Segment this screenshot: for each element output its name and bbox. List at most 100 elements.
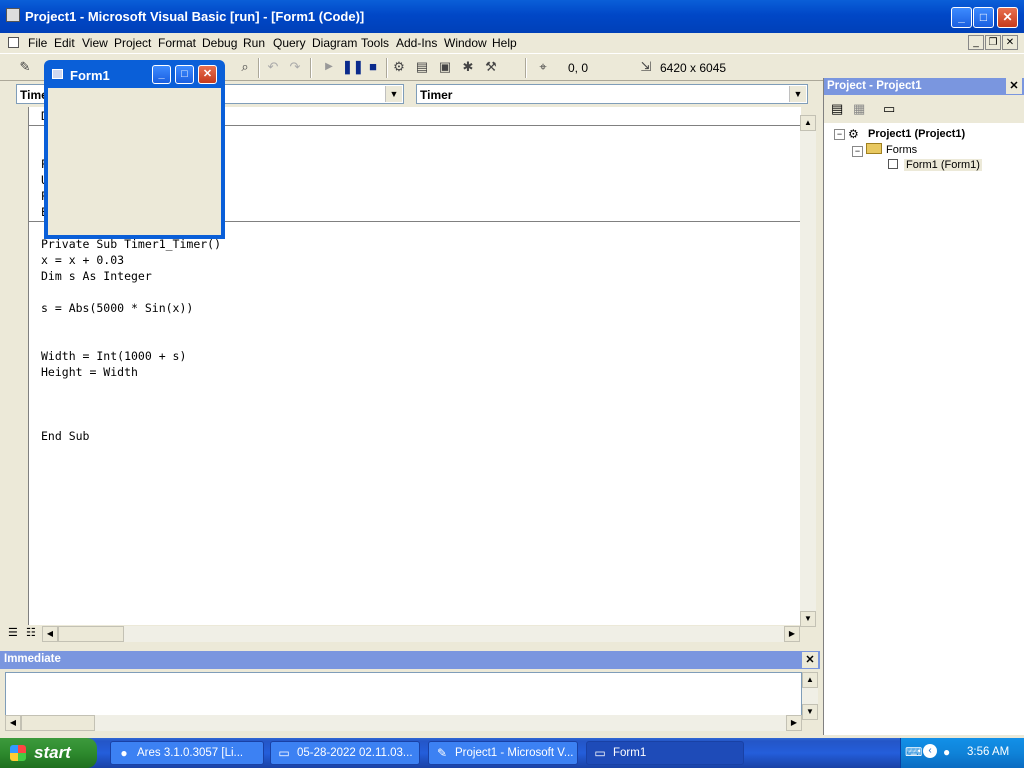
tree-forms-folder[interactable]: Forms <box>886 144 917 156</box>
project-explorer-icon[interactable]: ⚙ <box>390 58 408 76</box>
folder-icon <box>866 143 882 154</box>
form1-minimize-button[interactable]: _ <box>152 65 171 84</box>
clock[interactable]: 3:56 AM <box>967 746 1009 758</box>
form-icon <box>52 69 63 79</box>
close-icon[interactable]: ✕ <box>802 652 818 668</box>
properties-window-icon[interactable]: ▤ <box>413 58 431 76</box>
start-button[interactable]: start <box>0 738 97 768</box>
taskbar-item-document[interactable]: ▭ 05-28-2022 02.11.03... <box>270 741 420 765</box>
network-icon[interactable]: ● <box>943 745 950 759</box>
taskbar-item-ares[interactable]: ● Ares 3.1.0.3057 [Li... <box>110 741 264 765</box>
keyboard-icon[interactable]: ⌨ <box>905 745 922 759</box>
toggle-folders-icon[interactable]: ▭ <box>883 101 895 117</box>
full-module-view-icon[interactable]: ☷ <box>26 626 42 642</box>
view-object-icon[interactable]: ▦ <box>853 101 865 117</box>
break-icon[interactable]: ❚❚ <box>342 58 364 76</box>
end-icon[interactable]: ■ <box>364 58 382 76</box>
toolbox-icon[interactable]: ⚒ <box>482 58 500 76</box>
form1-close-button[interactable]: ✕ <box>198 65 217 84</box>
menu-run[interactable]: Run <box>243 36 265 50</box>
find-icon[interactable]: ⌕ <box>236 58 254 76</box>
scroll-down-icon[interactable]: ▼ <box>800 611 816 627</box>
menu-file[interactable]: File <box>28 36 47 50</box>
menu-query[interactable]: Query <box>273 36 306 50</box>
immediate-input[interactable] <box>5 672 802 720</box>
add-project-icon[interactable]: ✎ <box>16 58 34 76</box>
taskbar-item-label: 05-28-2022 02.11.03... <box>297 747 413 759</box>
procedure-combo[interactable]: Timer ▼ <box>416 84 808 104</box>
mdi-close-button[interactable]: ✕ <box>1002 35 1018 50</box>
form-icon: ▭ <box>594 746 606 760</box>
start-label: start <box>34 743 71 762</box>
undo-icon[interactable]: ↶ <box>264 58 282 76</box>
object-browser-icon[interactable]: ✱ <box>459 58 477 76</box>
toolbar-separator <box>310 58 312 78</box>
menu-bar: File Edit View Project Format Debug Run … <box>0 33 1024 53</box>
breakpoint-margin[interactable] <box>8 107 29 625</box>
maximize-button[interactable]: □ <box>973 7 994 28</box>
show-hidden-icons-icon[interactable]: ‹ <box>923 744 937 758</box>
minimize-icon: _ <box>973 37 979 48</box>
menu-debug[interactable]: Debug <box>202 36 237 50</box>
menu-view[interactable]: View <box>82 36 108 50</box>
redo-icon[interactable]: ↷ <box>286 58 304 76</box>
scroll-right-icon[interactable]: ▶ <box>784 626 800 642</box>
menu-window[interactable]: Window <box>444 36 487 50</box>
menu-project[interactable]: Project <box>114 36 151 50</box>
code-line: End Sub <box>41 429 90 443</box>
menu-help[interactable]: Help <box>492 36 517 50</box>
tree-form1-item[interactable]: Form1 (Form1) <box>904 159 982 171</box>
mdi-restore-button[interactable]: ❐ <box>985 35 1001 50</box>
form1-client-area[interactable] <box>48 88 221 235</box>
position-readout: 0, 0 <box>568 61 589 75</box>
tree-project-item[interactable]: Project1 (Project1) <box>868 128 965 140</box>
view-code-icon[interactable]: ▤ <box>831 101 843 117</box>
scroll-left-icon[interactable]: ◀ <box>42 626 58 642</box>
toolbar-separator <box>258 58 260 78</box>
form1-window[interactable]: Form1 _ □ ✕ <box>44 60 225 239</box>
chevron-down-icon[interactable]: ▼ <box>385 86 402 102</box>
taskbar-item-label: Project1 - Microsoft V... <box>455 747 574 759</box>
project-explorer-header: Project - Project1 ✕ <box>824 78 1024 95</box>
menu-add-ins[interactable]: Add-Ins <box>396 36 437 50</box>
scroll-thumb[interactable] <box>21 715 95 731</box>
immediate-title: Immediate <box>4 653 61 665</box>
code-line: s = Abs(5000 * Sin(x)) <box>41 301 194 315</box>
scroll-down-icon[interactable]: ▼ <box>802 704 818 720</box>
scroll-right-icon[interactable]: ▶ <box>786 715 802 731</box>
project-icon: ⚙ <box>848 127 859 141</box>
window-title: Project1 - Microsoft Visual Basic [run] … <box>25 9 365 24</box>
scroll-left-icon[interactable]: ◀ <box>5 715 21 731</box>
menu-tools[interactable]: Tools <box>361 36 389 50</box>
procedure-view-icon[interactable]: ☰ <box>8 626 26 642</box>
menu-edit[interactable]: Edit <box>54 36 75 50</box>
mdi-minimize-button[interactable]: _ <box>968 35 984 50</box>
scroll-up-icon[interactable]: ▲ <box>800 115 816 131</box>
start-icon[interactable]: ▶ <box>320 58 338 76</box>
taskbar-item-vb[interactable]: ✎ Project1 - Microsoft V... <box>428 741 578 765</box>
close-button[interactable]: ✕ <box>997 7 1018 28</box>
form1-maximize-button[interactable]: □ <box>175 65 194 84</box>
windows-logo-icon <box>10 745 26 761</box>
collapse-icon[interactable]: − <box>834 129 845 140</box>
menu-diagram[interactable]: Diagram <box>312 36 357 50</box>
form-layout-icon[interactable]: ▣ <box>436 58 454 76</box>
code-horizontal-scrollbar[interactable]: ◀ ▶ <box>42 626 800 642</box>
code-vertical-scrollbar[interactable]: ▲ ▼ <box>800 115 816 627</box>
scroll-thumb[interactable] <box>58 626 124 642</box>
title-bar[interactable]: Project1 - Microsoft Visual Basic [run] … <box>0 0 1024 33</box>
project-explorer-toolbar: ▤ ▦ ▭ <box>824 95 1024 123</box>
immediate-horizontal-scrollbar[interactable]: ◀ ▶ <box>5 715 802 731</box>
chevron-down-icon[interactable]: ▼ <box>789 86 806 102</box>
toolbar-separator <box>386 58 388 78</box>
restore-icon: ❐ <box>988 37 998 48</box>
toolbar-separator <box>525 58 527 78</box>
close-icon[interactable]: ✕ <box>1006 78 1022 94</box>
scroll-up-icon[interactable]: ▲ <box>802 672 818 688</box>
immediate-vertical-scrollbar[interactable]: ▲ ▼ <box>802 672 818 720</box>
menu-format[interactable]: Format <box>158 36 196 50</box>
collapse-icon[interactable]: − <box>852 146 863 157</box>
taskbar-item-form1[interactable]: ▭ Form1 <box>586 741 744 765</box>
minimize-button[interactable]: _ <box>951 7 972 28</box>
close-icon: ✕ <box>1002 10 1013 24</box>
